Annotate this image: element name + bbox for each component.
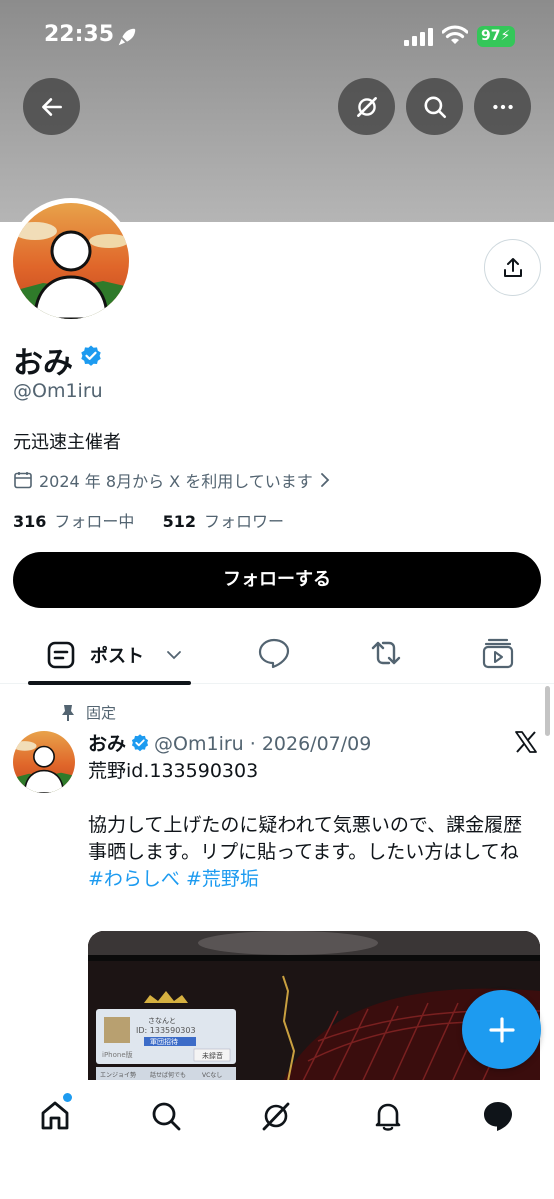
media-platform-label: iPhone版 — [102, 1050, 133, 1059]
post-text-line1: 荒野id.133590303 — [88, 760, 259, 782]
status-time: 22:35 — [44, 22, 115, 47]
media-tag-invite: 軍団招待 — [150, 1037, 178, 1046]
x-logo-icon[interactable] — [514, 730, 538, 754]
compose-post-button[interactable] — [462, 990, 541, 1069]
grok-icon — [356, 96, 377, 117]
post-hashtags[interactable]: #わらしべ #荒野垢 — [88, 866, 538, 893]
avatar-image — [13, 731, 75, 793]
profile-tabs: ポスト — [0, 626, 554, 685]
media-chip-2: 話せば何でも — [150, 1071, 186, 1079]
media-chip-3: VCなし — [202, 1072, 222, 1079]
plus-icon — [488, 1016, 515, 1043]
chevron-down-icon — [167, 651, 181, 660]
media-name-label: さなんと — [148, 1017, 176, 1025]
followers-count: 512 — [162, 512, 197, 531]
tab-active-indicator — [28, 681, 191, 685]
share-icon — [503, 257, 522, 277]
followers-label: フォロワー — [204, 512, 285, 531]
media-id-label: ID: 133590303 — [136, 1026, 196, 1035]
grok-button[interactable] — [338, 78, 395, 135]
profile-name: おみ — [13, 346, 73, 381]
search-button[interactable] — [406, 78, 463, 135]
more-icon — [492, 104, 513, 109]
nav-messages-icon[interactable] — [481, 1099, 515, 1133]
followers-link[interactable]: 512 フォロワー — [163, 512, 284, 531]
profile-bio: 元迅速主催者 — [13, 432, 121, 453]
arrow-left-icon — [41, 97, 62, 116]
home-notification-dot — [63, 1093, 72, 1102]
calendar-icon — [14, 472, 32, 489]
wifi-icon — [442, 25, 468, 44]
joined-text: 2024 年 8月から X を利用しています — [39, 472, 313, 491]
post-text-line2: 協力して上げたのに疑われて気悪いので、課金履歴事晒します。リプに貼ってます。した… — [88, 814, 523, 863]
following-link[interactable]: 316 フォロー中 — [13, 512, 134, 531]
bottom-navigation — [0, 1080, 554, 1199]
battery-indicator: 97⚡ — [477, 26, 515, 47]
tab-posts[interactable]: ポスト — [28, 626, 191, 685]
follow-button[interactable]: フォローする — [13, 552, 541, 608]
tab-replies[interactable] — [257, 636, 291, 670]
more-button[interactable] — [474, 78, 531, 135]
pinned-indicator: 固定 — [60, 702, 116, 723]
media-tag-record: 未録音 — [202, 1051, 223, 1060]
pinned-label: 固定 — [86, 704, 117, 722]
post-author-name[interactable]: おみ — [88, 733, 126, 755]
share-button[interactable] — [484, 239, 541, 296]
chevron-right-icon — [320, 473, 330, 487]
verified-badge-icon — [131, 734, 149, 752]
profile-avatar[interactable] — [8, 198, 134, 324]
profile-handle: @Om1iru — [13, 380, 103, 402]
nav-notifications-icon[interactable] — [371, 1099, 405, 1133]
avatar-image — [13, 203, 129, 319]
media-chip-1: エンジョイ勢 — [100, 1071, 136, 1079]
following-count: 316 — [13, 512, 47, 531]
verified-badge-icon — [81, 345, 101, 366]
nav-home-icon[interactable] — [38, 1099, 72, 1133]
following-label: フォロー中 — [54, 512, 135, 531]
scrollbar[interactable] — [545, 686, 550, 736]
back-button[interactable] — [23, 78, 80, 135]
pin-icon — [62, 704, 74, 721]
tab-reposts[interactable] — [369, 636, 403, 670]
search-icon — [423, 95, 446, 118]
nav-grok-icon[interactable] — [259, 1099, 293, 1133]
post-author-avatar[interactable] — [13, 731, 75, 793]
cell-signal-icon — [404, 28, 433, 46]
tab-posts-label: ポスト — [90, 646, 144, 667]
follow-stats: 316 フォロー中 512 フォロワー — [13, 508, 284, 532]
post-meta: @Om1iru · 2026/07/09 — [154, 733, 372, 755]
joined-date[interactable]: 2024 年 8月から X を利用しています — [13, 468, 337, 492]
tab-media[interactable] — [481, 636, 515, 670]
posts-icon — [47, 641, 75, 669]
nav-search-icon[interactable] — [149, 1099, 183, 1133]
rocket-icon — [118, 28, 136, 46]
post-body: 荒野id.133590303 協力して上げたのに疑われて気悪いので、課金履歴事晒… — [88, 758, 538, 893]
post-header: おみ @Om1iru · 2026/07/09 — [88, 729, 371, 756]
